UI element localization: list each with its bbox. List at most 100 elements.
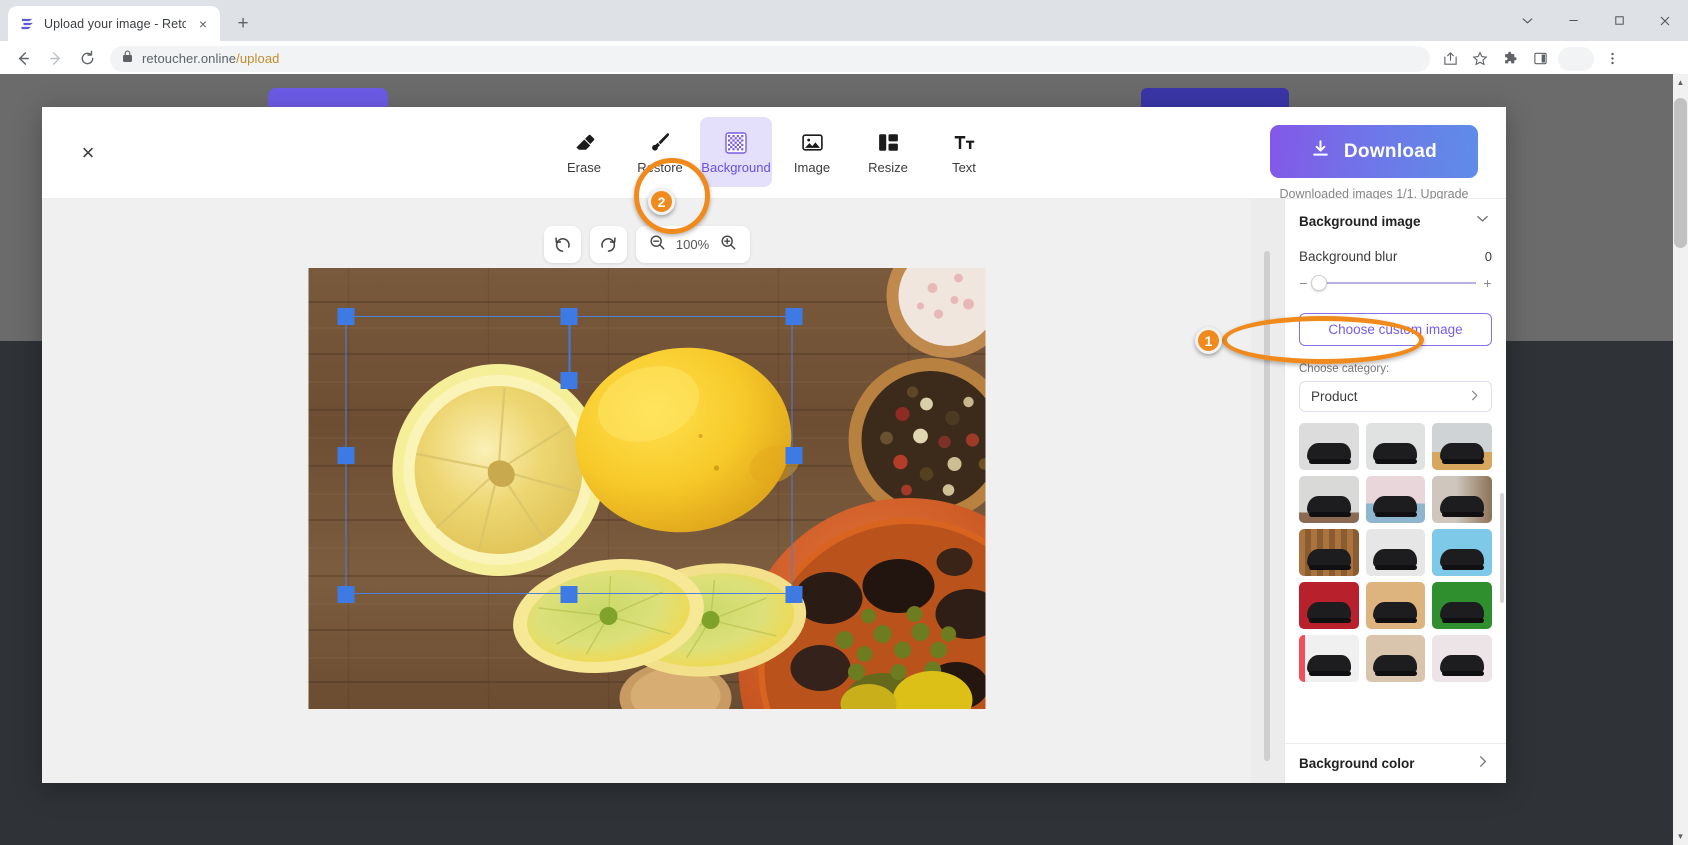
extensions-puzzle-icon[interactable] bbox=[1496, 45, 1524, 73]
thumbnail-14[interactable] bbox=[1432, 635, 1492, 682]
thumbnail-0[interactable] bbox=[1299, 423, 1359, 470]
thumbnail-3[interactable] bbox=[1299, 476, 1359, 523]
thumbnail-12[interactable] bbox=[1299, 635, 1359, 682]
tool-resize-label: Resize bbox=[868, 159, 908, 175]
canvas-area[interactable]: 100% bbox=[42, 199, 1251, 783]
side-panel-icon[interactable] bbox=[1526, 45, 1554, 73]
tab-strip: Upload your image - Retoucher. × + bbox=[0, 0, 1688, 41]
thumbnail-2[interactable] bbox=[1432, 423, 1492, 470]
handle-bottom-right[interactable] bbox=[785, 586, 802, 603]
rail-scrollbar[interactable] bbox=[1264, 251, 1270, 761]
thumbnail-4[interactable] bbox=[1365, 476, 1426, 523]
thumbnail-7[interactable] bbox=[1365, 529, 1426, 576]
thumbnail-6[interactable] bbox=[1299, 529, 1359, 576]
tool-text-label: Text bbox=[952, 159, 976, 175]
reload-icon[interactable] bbox=[72, 44, 102, 74]
chevron-down-icon[interactable] bbox=[1504, 5, 1550, 37]
slider-track[interactable] bbox=[1311, 275, 1476, 291]
url-domain: retoucher.online bbox=[142, 51, 237, 66]
editor-header: × Erase Restore Background Image Resize … bbox=[42, 107, 1506, 201]
thumbnail-8[interactable] bbox=[1432, 529, 1492, 576]
browser-tab[interactable]: Upload your image - Retoucher. × bbox=[8, 6, 220, 41]
slider-plus-icon[interactable]: + bbox=[1483, 276, 1492, 290]
tool-background[interactable]: Background bbox=[700, 117, 772, 187]
handle-top-center[interactable] bbox=[560, 308, 577, 325]
handle-middle-left[interactable] bbox=[337, 447, 354, 464]
category-select[interactable]: Product bbox=[1299, 381, 1492, 412]
scroll-down-arrow[interactable]: ▼ bbox=[1673, 828, 1688, 845]
download-arrow-icon bbox=[1311, 139, 1330, 164]
download-label: Download bbox=[1343, 140, 1438, 162]
page-scrollbar-track[interactable]: ▲ ▼ bbox=[1673, 74, 1688, 845]
download-button[interactable]: Download bbox=[1270, 125, 1478, 178]
minimize-icon[interactable] bbox=[1550, 5, 1596, 37]
handle-bottom-center[interactable] bbox=[560, 586, 577, 603]
profile-avatar[interactable] bbox=[1558, 46, 1594, 71]
rotate-handle[interactable] bbox=[560, 372, 577, 389]
thumbnail-1[interactable] bbox=[1365, 423, 1426, 470]
panel-scrollbar[interactable] bbox=[1500, 493, 1504, 603]
maximize-icon[interactable] bbox=[1596, 5, 1642, 37]
close-icon[interactable] bbox=[1642, 5, 1688, 37]
zoom-out-icon[interactable] bbox=[649, 234, 666, 256]
tool-restore-label: Restore bbox=[637, 159, 683, 175]
panel-header[interactable]: Background image bbox=[1285, 199, 1506, 243]
back-icon[interactable] bbox=[8, 44, 38, 74]
tool-resize[interactable]: Resize bbox=[852, 117, 924, 187]
blur-slider[interactable]: − + bbox=[1299, 275, 1492, 291]
tool-erase-label: Erase bbox=[567, 159, 601, 175]
download-area: Download Downloaded images 1/1. Upgrade bbox=[1270, 125, 1478, 201]
checkerboard-icon bbox=[725, 130, 747, 154]
canvas-controls: 100% bbox=[543, 226, 750, 263]
background-thumbnail-grid bbox=[1299, 423, 1492, 682]
choose-custom-image-button[interactable]: Choose custom image bbox=[1299, 313, 1492, 346]
thumbnail-10[interactable] bbox=[1365, 582, 1426, 629]
handle-top-left[interactable] bbox=[337, 308, 354, 325]
share-icon[interactable] bbox=[1436, 45, 1464, 73]
image-canvas[interactable] bbox=[308, 268, 985, 709]
tool-background-label: Background bbox=[701, 159, 771, 175]
tool-erase[interactable]: Erase bbox=[548, 117, 620, 187]
tab-close-icon[interactable]: × bbox=[194, 15, 212, 33]
thumbnail-11[interactable] bbox=[1432, 582, 1492, 629]
undo-button[interactable] bbox=[543, 226, 581, 263]
thumbnail-5[interactable] bbox=[1432, 476, 1492, 523]
bookmark-star-icon[interactable] bbox=[1466, 45, 1494, 73]
zoom-in-icon[interactable] bbox=[720, 234, 737, 256]
page-content: × Erase Restore Background Image Resize … bbox=[0, 74, 1688, 845]
tab-title: Upload your image - Retoucher. bbox=[44, 16, 186, 31]
close-modal-button[interactable]: × bbox=[66, 131, 110, 175]
more-menu-icon[interactable] bbox=[1598, 45, 1626, 73]
page-scrollbar-thumb[interactable] bbox=[1674, 98, 1687, 248]
handle-middle-right[interactable] bbox=[785, 447, 802, 464]
handle-top-right[interactable] bbox=[785, 308, 802, 325]
chevron-down-icon[interactable] bbox=[1475, 211, 1490, 231]
url-text: retoucher.online/upload bbox=[142, 51, 279, 66]
resize-icon bbox=[877, 130, 900, 154]
slider-knob[interactable] bbox=[1311, 275, 1327, 291]
forward-icon[interactable] bbox=[40, 44, 70, 74]
category-label: Choose category: bbox=[1299, 363, 1390, 375]
panel-content: Background blur 0 − + Choose custom imag… bbox=[1285, 243, 1506, 743]
background-color-section[interactable]: Background color bbox=[1285, 743, 1506, 783]
slider-minus-icon[interactable]: − bbox=[1299, 276, 1308, 290]
tool-text[interactable]: Text bbox=[928, 117, 1000, 187]
redo-button[interactable] bbox=[589, 226, 627, 263]
annotation-badge-2: 2 bbox=[648, 188, 675, 215]
toolbar-icons bbox=[1436, 45, 1626, 73]
tool-image-label: Image bbox=[793, 159, 831, 175]
thumbnail-13[interactable] bbox=[1365, 635, 1426, 682]
blur-row: Background blur 0 bbox=[1299, 249, 1492, 264]
address-bar[interactable]: retoucher.online/upload bbox=[110, 45, 1430, 72]
retoucher-logo-icon bbox=[19, 15, 36, 32]
scroll-up-arrow[interactable]: ▲ bbox=[1673, 74, 1688, 91]
thumbnail-9[interactable] bbox=[1299, 582, 1359, 629]
tool-restore[interactable]: Restore bbox=[624, 117, 696, 187]
transform-selection-box[interactable] bbox=[337, 308, 802, 603]
editor-body: 100% Background image Background blur 0 … bbox=[42, 199, 1506, 783]
rotate-stem bbox=[568, 323, 570, 376]
handle-bottom-left[interactable] bbox=[337, 586, 354, 603]
tool-image[interactable]: Image bbox=[776, 117, 848, 187]
panel-title: Background image bbox=[1299, 213, 1421, 229]
new-tab-button[interactable]: + bbox=[228, 8, 258, 38]
